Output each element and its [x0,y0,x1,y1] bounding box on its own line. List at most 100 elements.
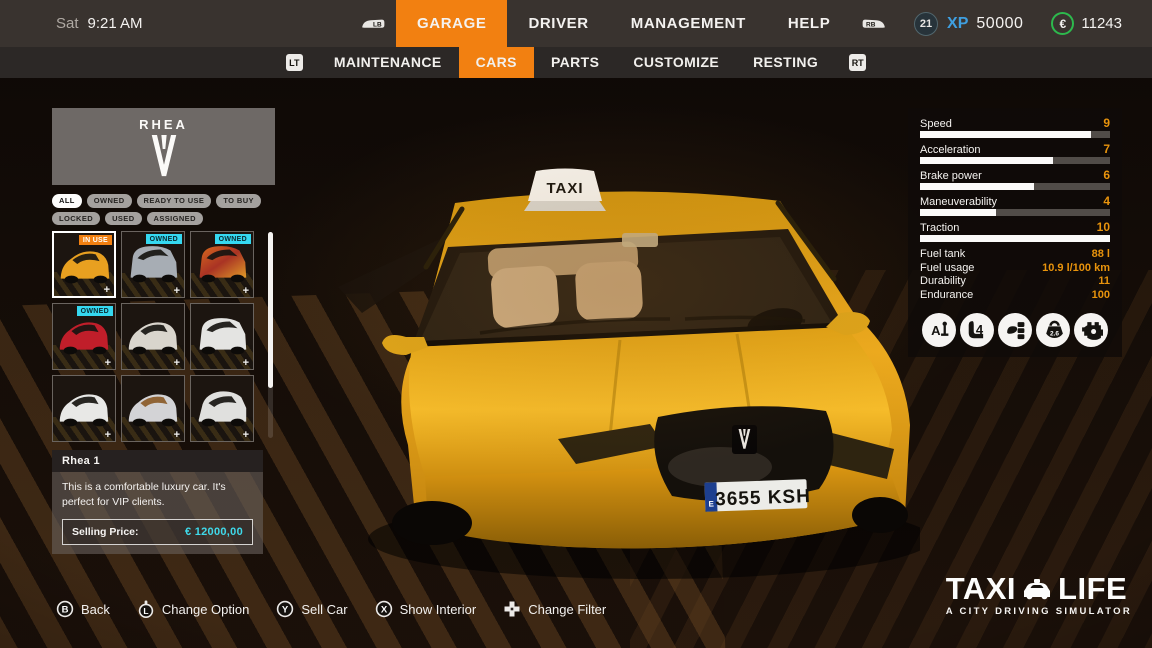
car-name: Rhea 1 [52,450,263,472]
svg-text:4: 4 [975,322,983,337]
selling-price-box: Selling Price: € 12000,00 [62,519,253,546]
car-thumb-4[interactable]: OWNED + [52,303,116,370]
svg-text:B: B [62,605,69,616]
car-grid: IN USE + OWNED + OWNED + OWNED + + + + + + [52,231,254,442]
b-button-icon: B [56,600,74,618]
rt-trigger-icon[interactable]: RT [849,54,867,71]
car-grid-scrollbar[interactable] [268,232,273,388]
control-change-filter[interactable]: Change Filter [503,600,606,618]
lb-bumper-icon[interactable]: LB [360,17,386,31]
car-thumb-2[interactable]: OWNED + [121,231,185,298]
selling-price-label: Selling Price: [72,526,139,539]
filter-all[interactable]: ALL [52,194,82,208]
stat-details: Fuel tank 88 l Fuel usage 10.9 l/100 km Dura… [920,248,1110,302]
top-nav-help[interactable]: HELP [767,0,851,47]
sub-nav-resting[interactable]: RESTING [736,47,835,78]
stat-value: 7 [1103,142,1110,156]
y-button-icon: Y [276,600,294,618]
stat-label: Brake power [920,170,982,182]
license-plate: E 3655 KSH [704,479,811,512]
logo-word-life: LIFE [1058,571,1128,606]
svg-text:X: X [380,605,387,616]
stat-bar-track [920,235,1110,242]
car-status-badge: IN USE [78,235,112,245]
top-nav-garage[interactable]: GARAGE [396,0,508,47]
car-status-badge: OWNED [214,234,251,244]
filter-chips: ALL OWNED READY TO USE TO BUY LOCKED USED ASSI… [52,194,290,225]
stat-bar-track [920,131,1110,138]
car-thumb-6[interactable]: + [190,303,254,370]
rb-bumper-icon[interactable]: RB [861,17,887,31]
upgrade-plus-icon: + [104,429,111,441]
brand-trident-icon [151,135,176,177]
control-sell-car[interactable]: Y Sell Car [276,600,348,618]
logo-taxi-icon [1024,579,1051,600]
l-button-icon: L [137,600,155,618]
lt-trigger-icon[interactable]: LT [285,54,303,71]
detail-label: Fuel tank [920,248,966,260]
top-nav-management[interactable]: MANAGEMENT [610,0,767,47]
car-thumb-5[interactable]: + [121,303,185,370]
sub-nav-customize[interactable]: CUSTOMIZE [616,47,736,78]
upgrade-plus-icon: + [242,357,249,369]
trunk-icon [998,313,1032,347]
svg-text:LB: LB [373,21,382,28]
stat-value: 9 [1103,116,1110,130]
stat-label: Traction [920,222,960,234]
weight-icon: 2.6 [1036,313,1070,347]
upgrade-plus-icon: + [242,285,249,297]
top-nav: LB GARAGE DRIVER MANAGEMENT HELP RB [350,0,897,47]
filter-locked[interactable]: LOCKED [52,211,101,225]
stat-bar-track [920,183,1110,190]
top-nav-driver[interactable]: DRIVER [507,0,609,47]
filter-owned[interactable]: OWNED [86,194,132,208]
plate-number: 3655 KSH [715,486,811,510]
detail-endurance: Endurance 100 [920,289,1110,303]
car-status-badge: OWNED [145,234,182,244]
seats-icon: 4 [960,313,994,347]
detail-value: 88 l [1091,248,1110,260]
car-thumb-9[interactable]: + [190,375,254,442]
player-wallet: 21 XP 50000 € 11243 [914,0,1122,47]
control-change-option[interactable]: L Change Option [137,600,249,618]
sub-nav-parts[interactable]: PARTS [534,47,616,78]
stat-brake-power: Brake power 6 [920,168,1110,190]
stat-label: Speed [920,118,952,130]
svg-text:L: L [143,606,148,616]
detail-label: Endurance [920,288,974,301]
taxi-sign-text: TAXI [546,180,583,197]
game-clock: Sat 9:21 AM [56,0,143,47]
car-thumb-3[interactable]: OWNED + [190,231,254,298]
detail-value: 100 [1091,288,1110,301]
dpad-button-icon [503,600,521,618]
filter-to-buy[interactable]: TO BUY [216,194,261,208]
filter-ready-to-use[interactable]: READY TO USE [136,194,212,208]
stat-bar-fill [920,131,1091,138]
upgrade-plus-icon: + [173,357,180,369]
sub-nav-cars[interactable]: CARS [458,47,534,78]
upgrade-plus-icon: + [242,429,249,441]
stat-maneuverability: Maneuverability 4 [920,194,1110,216]
filter-used[interactable]: USED [105,211,142,225]
stat-label: Maneuverability [920,196,998,208]
x-button-icon: X [375,600,393,618]
car-thumb-1[interactable]: IN USE + [52,231,116,298]
stat-bar-fill [920,157,1053,164]
detail-label: Durability [920,275,966,287]
xp-value: 50000 [976,14,1024,32]
detail-label: Fuel usage [920,261,975,274]
car-thumb-7[interactable]: + [52,375,116,442]
control-show-interior[interactable]: X Show Interior [375,600,476,618]
filter-assigned[interactable]: ASSIGNED [146,211,203,225]
stat-bars: Speed 9 Acceleration 7 Brake power 6 Maneuvera… [920,116,1110,242]
sub-nav-bar: LT MAINTENANCE CARS PARTS CUSTOMIZE RESTING … [0,47,1152,78]
top-nav-items: GARAGE DRIVER MANAGEMENT HELP [396,0,851,47]
stat-bar-fill [920,209,996,216]
control-label: Back [81,601,110,617]
sub-nav-maintenance[interactable]: MAINTENANCE [317,47,459,78]
detail-fuel-usage: Fuel usage 10.9 l/100 km [920,262,1110,276]
clock-day: Sat [56,15,79,32]
control-back[interactable]: B Back [56,600,110,618]
detail-value: 10.9 l/100 km [1042,261,1110,274]
car-thumb-8[interactable]: + [121,375,185,442]
